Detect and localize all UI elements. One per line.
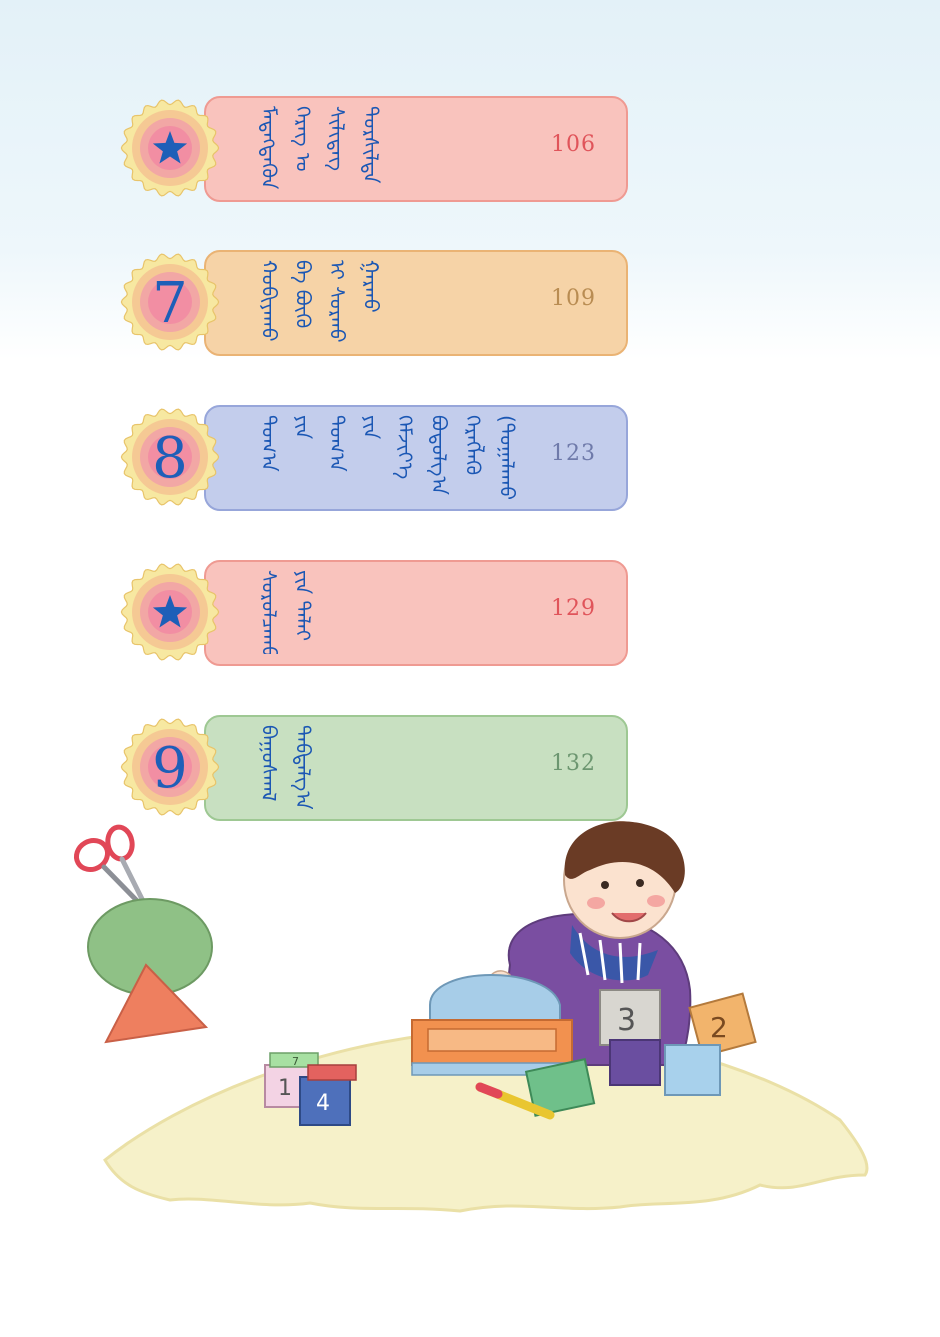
page-number: 123 [551, 441, 596, 466]
toc-entry[interactable]: ᠮᠡᠳᠡᠭᠳᠡᠬᠦᠨ ᠬᠡᠷᠡᠭ ᠤ ᠰᠢᠯᠢᠳᠡᠭ ᠲᠤᠷᠰᠢᠯᠲᠠ 106 [120, 96, 628, 202]
number-block: 4 [299, 1076, 351, 1126]
table-of-contents: ᠮᠡᠳᠡᠭᠳᠡᠬᠦᠨ ᠬᠡᠷᠡᠭ ᠤ ᠰᠢᠯᠢᠳᠡᠭ ᠲᠤᠷᠰᠢᠯᠲᠠ 106 … [0, 0, 940, 830]
block-label: 3 [617, 1003, 636, 1038]
number-badge-icon: 7 [120, 252, 220, 352]
badge-number: 9 [152, 736, 188, 801]
child-playing-with-blocks-illustration: 3 2 1 7 4 [60, 815, 890, 1255]
badge-svg: 9 [120, 718, 220, 816]
badge-svg: 8 [120, 408, 220, 506]
entry-title: ᠲᠣᠭ᠎ᠠ ᠶᠢᠨ ᠲᠣᠭ᠎ᠠ ᠶᠢᠨ ᠬᠡᠮᠵᠢᠶ᠎ᠡ ᠪᠤᠳᠤᠯᠭ᠎ᠠ ᠬᠡ… [257, 415, 519, 499]
page-number: 129 [551, 596, 596, 621]
toc-entry[interactable]: ᠰᠤᠷᠤᠯᠴᠠᠬᠤ ᠶᠢᠨ ᠳᠠᠯᠠᠢ 129 [120, 560, 628, 666]
badge-svg [120, 99, 220, 197]
badge-number: 8 [152, 426, 188, 491]
number-block: 3 [599, 989, 661, 1046]
entry-title: ᠬᠤᠪᠢᠶᠠᠬᠤ ᠪᠠ ᠪᠦᠬᠦ ᠢ ᠰᠤᠷᠬᠤ ᠭᠠᠷᠬᠤ [257, 260, 383, 343]
block-label: 4 [316, 1091, 330, 1116]
star-badge-icon [120, 562, 220, 662]
star-badge-icon [120, 98, 220, 198]
page-number: 109 [551, 286, 596, 311]
badge-svg [120, 563, 220, 661]
block-label: 1 [278, 1076, 292, 1101]
entry-title: ᠮᠡᠳᠡᠭᠳᠡᠬᠦᠨ ᠬᠡᠷᠡᠭ ᠤ ᠰᠢᠯᠢᠳᠡᠭ ᠲᠤᠷᠰᠢᠯᠲᠠ [257, 106, 383, 190]
block-label: 7 [292, 1055, 299, 1068]
toc-entry[interactable]: 8 ᠲᠣᠭ᠎ᠠ ᠶᠢᠨ ᠲᠣᠭ᠎ᠠ ᠶᠢᠨ ᠬᠡᠮᠵᠢᠶ᠎ᠡ ᠪᠤᠳᠤᠯᠭ᠎ᠠ … [120, 405, 628, 511]
entry-title: ᠪᠠᠭᠤᠰᠬᠠᠯ ᠳᠠᠪᠲᠠᠯᠭ᠎ᠠ [257, 725, 315, 809]
toc-entry[interactable]: 9 ᠪᠠᠭᠤᠰᠬᠠᠯ ᠳᠠᠪᠲᠠᠯᠭ᠎ᠠ 132 [120, 715, 628, 821]
number-badge-icon: 9 [120, 717, 220, 817]
number-badge-icon: 8 [120, 407, 220, 507]
entry-title: ᠰᠤᠷᠤᠯᠴᠠᠬᠤ ᠶᠢᠨ ᠳᠠᠯᠠᠢ [257, 570, 315, 654]
block-label: 2 [710, 1011, 728, 1044]
purple-block [609, 1039, 661, 1086]
pink-block [307, 1064, 357, 1081]
illustration-svg: 3 2 1 7 4 [73, 821, 869, 1213]
page-number: 132 [551, 751, 596, 776]
blue-block [664, 1044, 721, 1096]
page-number: 106 [551, 132, 596, 157]
badge-svg: 7 [120, 253, 220, 351]
badge-number: 7 [152, 271, 188, 336]
toc-entry[interactable]: 7 ᠬᠤᠪᠢᠶᠠᠬᠤ ᠪᠠ ᠪᠦᠬᠦ ᠢ ᠰᠤᠷᠬᠤ ᠭᠠᠷᠬᠤ 109 [120, 250, 628, 356]
